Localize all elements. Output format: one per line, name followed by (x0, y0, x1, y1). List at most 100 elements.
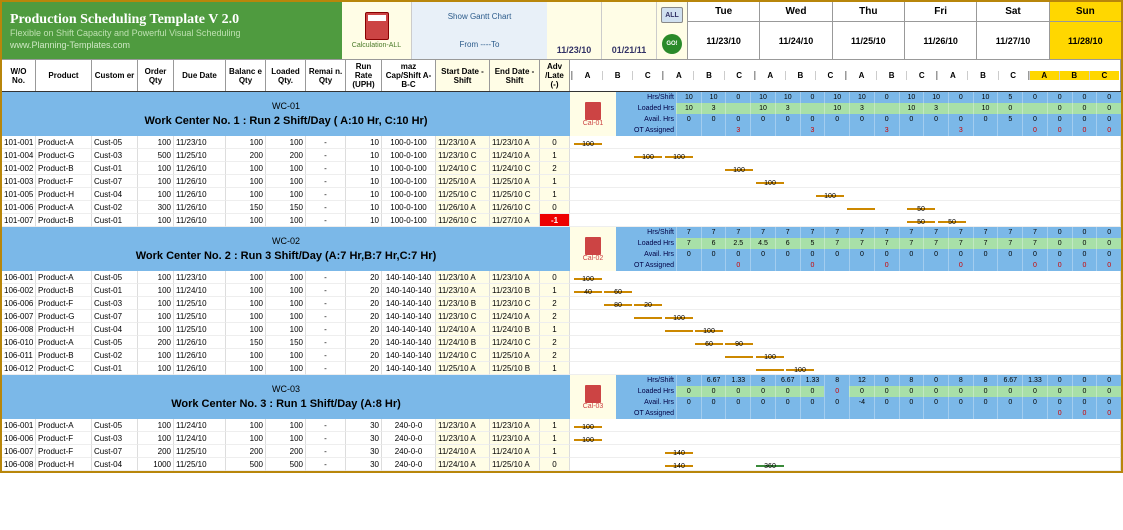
cell-sd: 11/23/10 A (436, 432, 490, 445)
cell-prod: Product-F (36, 445, 92, 458)
gantt-bar[interactable]: 100 (574, 278, 602, 280)
to-date[interactable]: 01/21/11 (602, 2, 657, 59)
data-row[interactable]: 106-008Product-HCust-04100011/25/1050050… (2, 458, 1121, 471)
gantt-bar[interactable]: 50 (907, 208, 935, 210)
gantt-bar[interactable]: 40 (574, 291, 602, 293)
cell-oq: 100 (138, 136, 174, 149)
cell-oq: 100 (138, 271, 174, 284)
data-row[interactable]: 106-002Product-BCust-0110011/24/10100100… (2, 284, 1121, 297)
gantt-bar[interactable]: 80 (604, 304, 632, 306)
gantt-bar[interactable]: 50 (907, 221, 935, 223)
data-row[interactable]: 106-008Product-HCust-0410011/25/10100100… (2, 323, 1121, 336)
gantt-bar[interactable]: 100 (574, 439, 602, 441)
data-row[interactable]: 106-001Product-ACust-0510011/23/10100100… (2, 271, 1121, 284)
gantt-bar[interactable]: 20 (634, 304, 662, 306)
gantt-bar[interactable] (665, 330, 693, 332)
data-row[interactable]: 106-006Product-FCust-0310011/24/10100100… (2, 432, 1121, 445)
gantt-bar[interactable] (634, 317, 662, 319)
cell-bal: 100 (226, 310, 266, 323)
all-button[interactable]: ALL (661, 7, 683, 23)
cap-cell: 7 (824, 227, 849, 238)
data-row[interactable]: 106-007Product-FCust-0720011/25/10200200… (2, 445, 1121, 458)
cell-sd: 11/23/10 A (436, 419, 490, 432)
data-row[interactable]: 101-004Product-GCust-0350011/25/10200200… (2, 149, 1121, 162)
gantt-bar[interactable] (725, 356, 753, 358)
cap-cell: 3 (775, 103, 800, 114)
cell-bal: 150 (226, 201, 266, 214)
data-row[interactable]: 106-006Product-FCust-0310011/25/10100100… (2, 297, 1121, 310)
gantt-bar[interactable]: 60 (604, 291, 632, 293)
wc-cal-button[interactable]: Cal-03 (570, 375, 616, 419)
gantt-bar[interactable]: 100 (756, 182, 784, 184)
cell-wo: 106-011 (2, 349, 36, 362)
gantt-bar[interactable]: 100 (756, 356, 784, 358)
wc-cal-button[interactable]: Cal-01 (570, 92, 616, 136)
gantt-bar[interactable]: 100 (695, 330, 723, 332)
cell-bal: 100 (226, 175, 266, 188)
gantt-row: 8020 (570, 297, 1121, 310)
cap-cell (997, 408, 1022, 419)
cap-cell: 0 (1072, 125, 1097, 136)
cell-cust: Cust-04 (92, 188, 138, 201)
cap-cell (701, 408, 726, 419)
gantt-bar[interactable]: 100 (665, 317, 693, 319)
cell-prod: Product-A (36, 136, 92, 149)
data-row[interactable]: 101-001Product-ACust-0510011/23/10100100… (2, 136, 1121, 149)
cell-wo: 101-004 (2, 149, 36, 162)
cap-cell: 0 (775, 249, 800, 260)
gantt-bar[interactable] (756, 369, 784, 371)
cap-cell: 7 (676, 238, 701, 249)
day-name: Fri (905, 2, 976, 22)
data-row[interactable]: 106-010Product-ACust-0520011/26/10150150… (2, 336, 1121, 349)
go-button[interactable]: GO! (662, 34, 682, 54)
cap-cell: 0 (725, 114, 750, 125)
cell-rate: 10 (346, 188, 382, 201)
cap-cell: 7 (874, 238, 899, 249)
gantt-bar[interactable]: 140 (665, 465, 693, 467)
data-row[interactable]: 101-006Product-ACust-0230011/26/10150150… (2, 201, 1121, 214)
cap-cell: 10 (775, 92, 800, 103)
cell-wo: 101-006 (2, 201, 36, 214)
cell-due: 11/24/10 (174, 284, 226, 297)
data-row[interactable]: 101-002Product-BCust-0110011/26/10100100… (2, 162, 1121, 175)
data-row[interactable]: 106-011Product-BCust-0210011/26/10100100… (2, 349, 1121, 362)
cell-ld: 200 (266, 149, 306, 162)
gantt-bar[interactable]: 100 (665, 156, 693, 158)
wc-cal-button[interactable]: Cal-02 (570, 227, 616, 271)
cell-ld: 500 (266, 458, 306, 471)
cell-rate: 10 (346, 214, 382, 227)
col-ed: End Date - Shift (490, 60, 540, 91)
cell-cap: 140-140-140 (382, 284, 436, 297)
calc-button[interactable]: Calculation-ALL (342, 2, 412, 59)
data-row[interactable]: 101-003Product-FCust-0710011/26/10100100… (2, 175, 1121, 188)
gantt-bar[interactable]: 100 (634, 156, 662, 158)
gantt-bar[interactable]: 100 (816, 195, 844, 197)
cap-cell (750, 125, 775, 136)
gantt-bar[interactable]: 100 (574, 143, 602, 145)
from-date[interactable]: 11/23/10 (547, 2, 602, 59)
cap-cell: 10 (750, 103, 775, 114)
cell-bal: 150 (226, 336, 266, 349)
data-row[interactable]: 101-007Product-BCust-0110011/26/10100100… (2, 214, 1121, 227)
cell-cap: 100-0-100 (382, 175, 436, 188)
data-row[interactable]: 106-012Product-CCust-0110011/26/10100100… (2, 362, 1121, 375)
cap-cell: 0 (800, 397, 825, 408)
cell-ld: 100 (266, 349, 306, 362)
gantt-bar[interactable]: 50 (938, 221, 966, 223)
gantt-row: 4060 (570, 284, 1121, 297)
data-row[interactable]: 106-001Product-ACust-0510011/24/10100100… (2, 419, 1121, 432)
data-row[interactable]: 106-007Product-GCust-0710011/25/10100100… (2, 310, 1121, 323)
gantt-bar[interactable]: 90 (725, 343, 753, 345)
gantt-bar[interactable]: 60 (695, 343, 723, 345)
cell-cap: 100-0-100 (382, 201, 436, 214)
data-row[interactable]: 101-005Product-HCust-0410011/26/10100100… (2, 188, 1121, 201)
cell-rem: - (306, 284, 346, 297)
gantt-bar[interactable]: 360 (756, 465, 784, 467)
gantt-bar[interactable]: 100 (786, 369, 814, 371)
gantt-bar[interactable]: 140 (665, 452, 693, 454)
gantt-bar[interactable] (847, 208, 875, 210)
cap-cell: 7 (973, 238, 998, 249)
app-header: Production Scheduling Template V 2.0Flex… (2, 2, 1121, 60)
gantt-bar[interactable]: 100 (574, 426, 602, 428)
gantt-bar[interactable]: 100 (725, 169, 753, 171)
